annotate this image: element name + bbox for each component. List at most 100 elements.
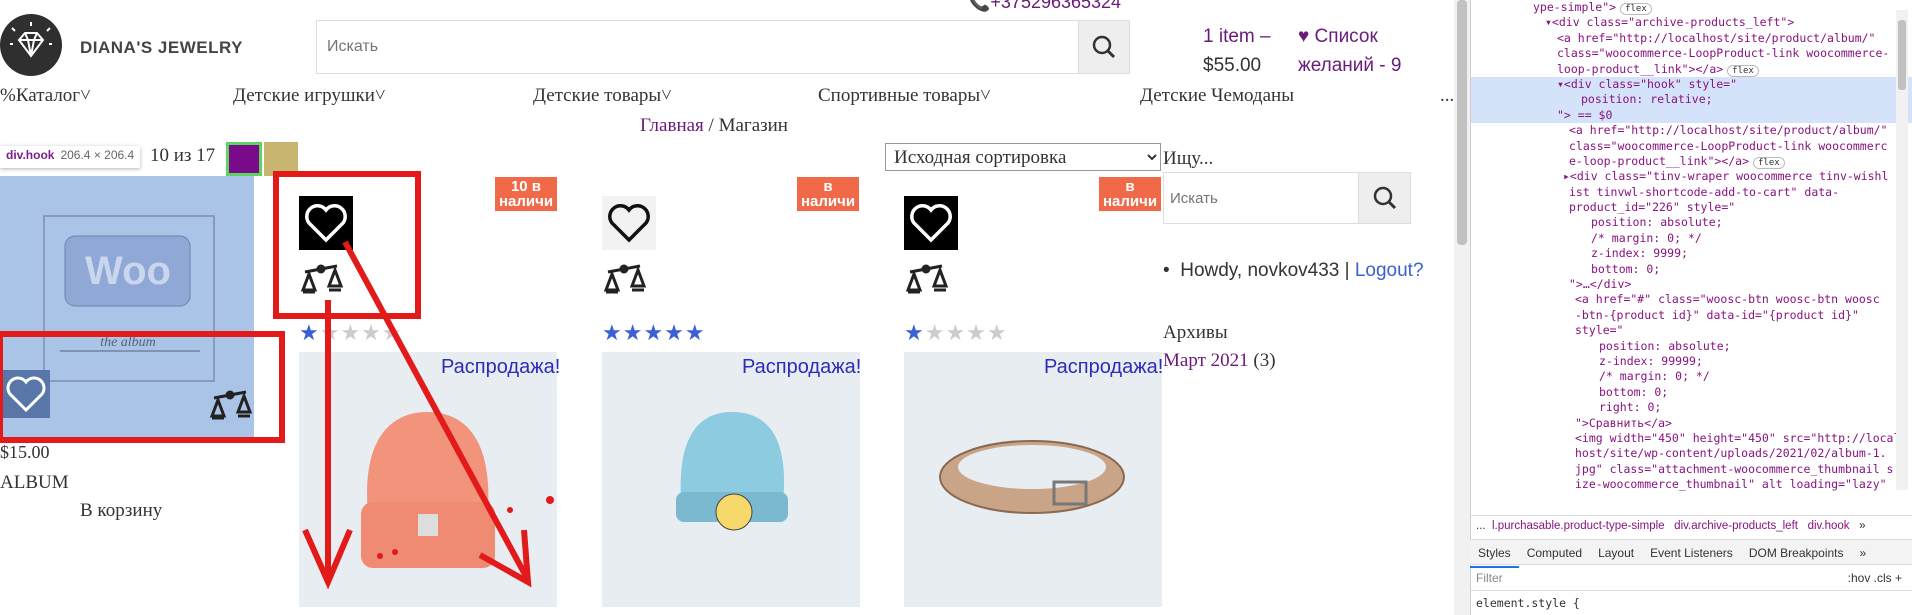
dom-tree-line[interactable]: position: relative;: [1471, 92, 1912, 108]
nav-sport-goods[interactable]: Спортивные товары˅: [818, 85, 991, 107]
dom-tree: ype-simple"> flex ▾<div class="archive-pro…: [1471, 0, 1912, 515]
dom-tree-line[interactable]: ">Сравнить</a>: [1471, 416, 1912, 431]
dom-tree-line[interactable]: z-index: 99999;: [1471, 354, 1912, 369]
flex-badge[interactable]: flex: [1620, 3, 1652, 15]
nav-more[interactable]: ...: [1440, 85, 1454, 107]
crumb-item[interactable]: l.purchasable.product-type-simple: [1492, 520, 1665, 532]
dom-tree-line[interactable]: ize-woocommerce_thumbnail" alt loading="…: [1471, 477, 1912, 492]
dom-tree-line-text: <img width="450" height="450" src="http:…: [1575, 430, 1901, 445]
header-search: [316, 20, 1130, 74]
nav-kids-suitcases[interactable]: Детские Чемоданы: [1140, 85, 1294, 107]
dom-tree-line-text: loop-product__link"></a>: [1557, 61, 1724, 76]
compare-scales-icon[interactable]: [208, 388, 254, 428]
dom-tree-line[interactable]: jpg" class="attachment-woocommerce_thumb…: [1471, 462, 1912, 477]
dom-tree-line[interactable]: host/site/wp-content/uploads/2021/02/alb…: [1471, 446, 1912, 461]
dom-tree-line[interactable]: ▾<div class="archive-products_left">: [1471, 15, 1912, 30]
product-image[interactable]: [602, 352, 860, 607]
nav-kids-goods[interactable]: Детские товары˅: [533, 85, 672, 107]
color-swatch-gold[interactable]: [264, 142, 298, 176]
blue-beanie-image: [676, 412, 788, 531]
logout-link[interactable]: Logout?: [1355, 260, 1424, 281]
add-to-cart-button[interactable]: В корзину: [80, 500, 162, 522]
dom-tree-line[interactable]: /* margin: 0; */: [1471, 369, 1912, 384]
crumb-item-current[interactable]: div.hook: [1808, 520, 1850, 532]
dom-tree-line[interactable]: bottom: 0;: [1471, 262, 1912, 277]
color-swatch-purple[interactable]: [226, 142, 262, 176]
archive-link[interactable]: Март 2021: [1163, 350, 1249, 371]
dom-tree-line[interactable]: bottom: 0;: [1471, 385, 1912, 400]
tab-computed[interactable]: Computed: [1519, 540, 1590, 566]
filter-tools[interactable]: :hov .cls +: [1848, 571, 1902, 585]
product-image[interactable]: [299, 352, 557, 607]
dom-tree-line[interactable]: -btn-{product id}" data-id="{product id}…: [1471, 308, 1912, 323]
search-button[interactable]: [1078, 21, 1129, 73]
crumb-item[interactable]: ...: [1476, 520, 1486, 532]
wishlist-button[interactable]: [299, 196, 353, 250]
nav-catalog[interactable]: %Каталог˅: [0, 85, 91, 107]
dom-tree-line[interactable]: position: absolute;: [1471, 215, 1912, 230]
wishlist-button[interactable]: [602, 196, 656, 250]
search-input[interactable]: [317, 21, 1079, 73]
dom-tree-line[interactable]: ▾<div class="hook" style=": [1471, 76, 1912, 93]
sidebar-search: [1163, 172, 1411, 224]
dom-tree-line[interactable]: <img width="450" height="450" src="http:…: [1471, 431, 1912, 446]
heart-icon: [910, 204, 952, 243]
crumb-item[interactable]: div.archive-products_left: [1674, 520, 1798, 532]
dom-tree-line[interactable]: z-index: 9999;: [1471, 246, 1912, 261]
dom-tree-line[interactable]: e-loop-product__link"></a> flex: [1471, 154, 1912, 169]
compare-scales-icon[interactable]: [299, 262, 345, 302]
filter-input[interactable]: Filter: [1476, 571, 1503, 585]
dom-tree-line[interactable]: /* margin: 0; */: [1471, 231, 1912, 246]
tab-event-listeners[interactable]: Event Listeners: [1642, 540, 1741, 566]
nav-kids-toys[interactable]: Детские игрушки˅: [233, 85, 386, 107]
compare-scales-icon[interactable]: [602, 262, 648, 302]
wishlist-link[interactable]: ♥ Список желаний - 9: [1298, 22, 1401, 80]
devtools-scrollbar-thumb[interactable]: [1898, 20, 1906, 90]
flex-badge[interactable]: flex: [1753, 156, 1785, 169]
dom-tree-line[interactable]: ">…</div>: [1471, 277, 1912, 292]
devtools-scrollbar[interactable]: [1896, 10, 1908, 490]
dom-tree-line[interactable]: loop-product__link"></a> flex: [1471, 62, 1912, 77]
tab-dom-breakpoints[interactable]: DOM Breakpoints: [1741, 540, 1852, 566]
flex-badge[interactable]: flex: [1727, 64, 1759, 77]
dom-tree-line[interactable]: style=": [1471, 323, 1912, 338]
logo-icon[interactable]: [0, 14, 62, 76]
dom-tree-line[interactable]: class="woocommerce-LoopProduct-link wooc…: [1471, 139, 1912, 154]
dom-tree-line-text: /* margin: 0; */: [1599, 369, 1710, 384]
featured-wishlist-button[interactable]: [2, 370, 50, 418]
tab-layout[interactable]: Layout: [1590, 540, 1642, 566]
dom-tree-line[interactable]: position: absolute;: [1471, 339, 1912, 354]
stock-badge-line: 10 в: [510, 178, 542, 195]
dom-tree-line[interactable]: ▸<div class="tinv-wraper woocommerce tin…: [1471, 169, 1912, 184]
dom-tree-line[interactable]: product_id="226" style=": [1471, 200, 1912, 215]
devtools-breadcrumbs: ... l.purchasable.product-type-simple di…: [1470, 515, 1912, 539]
product-image[interactable]: [904, 352, 1162, 607]
sidebar-search-button[interactable]: [1358, 173, 1410, 223]
compare-scales-icon[interactable]: [904, 262, 950, 302]
dom-tree-line[interactable]: ype-simple"> flex: [1471, 0, 1912, 15]
dom-tree-line-text: z-index: 99999;: [1599, 353, 1703, 368]
devtools-element-tooltip: div.hook 206.4 × 206.4: [0, 146, 141, 168]
brand-name[interactable]: DIANA'S JEWELRY: [80, 38, 243, 58]
scrollbar-thumb[interactable]: [1457, 0, 1467, 245]
dom-tree-line[interactable]: <a href="http://localhost/site/product/a…: [1471, 31, 1912, 46]
sort-select[interactable]: Исходная сортировка: [885, 143, 1161, 171]
dom-tree-line[interactable]: <a href="http://localhost/site/product/a…: [1471, 123, 1912, 138]
element-style-rule: element.style {: [1476, 596, 1580, 610]
wishlist-button[interactable]: [904, 196, 958, 250]
dom-tree-line[interactable]: right: 0;: [1471, 400, 1912, 415]
dom-tree-line[interactable]: "> == $0: [1471, 107, 1912, 124]
star-icon: ★★★★: [319, 320, 403, 345]
dom-tree-line[interactable]: class="woocommerce-LoopProduct-link wooc…: [1471, 46, 1912, 61]
phone-number[interactable]: 📞+375296365324: [968, 0, 1121, 13]
dom-tree-line[interactable]: ist tinvwl-shortcode-add-to-cart" data-: [1471, 185, 1912, 200]
mini-cart[interactable]: 1 item – $55.00: [1203, 22, 1271, 80]
dom-tree-line-text: ist tinvwl-shortcode-add-to-cart" data-: [1569, 184, 1840, 199]
crumb-more[interactable]: »: [1859, 520, 1865, 532]
dom-tree-line[interactable]: <a href="#" class="woosc-btn woosc-btn w…: [1471, 292, 1912, 307]
tab-more[interactable]: »: [1852, 540, 1875, 566]
tab-styles[interactable]: Styles: [1470, 540, 1519, 568]
featured-name[interactable]: ALBUM: [0, 472, 69, 494]
breadcrumb-home[interactable]: Главная: [640, 115, 704, 136]
star-icon: ★★★★★: [602, 320, 706, 345]
